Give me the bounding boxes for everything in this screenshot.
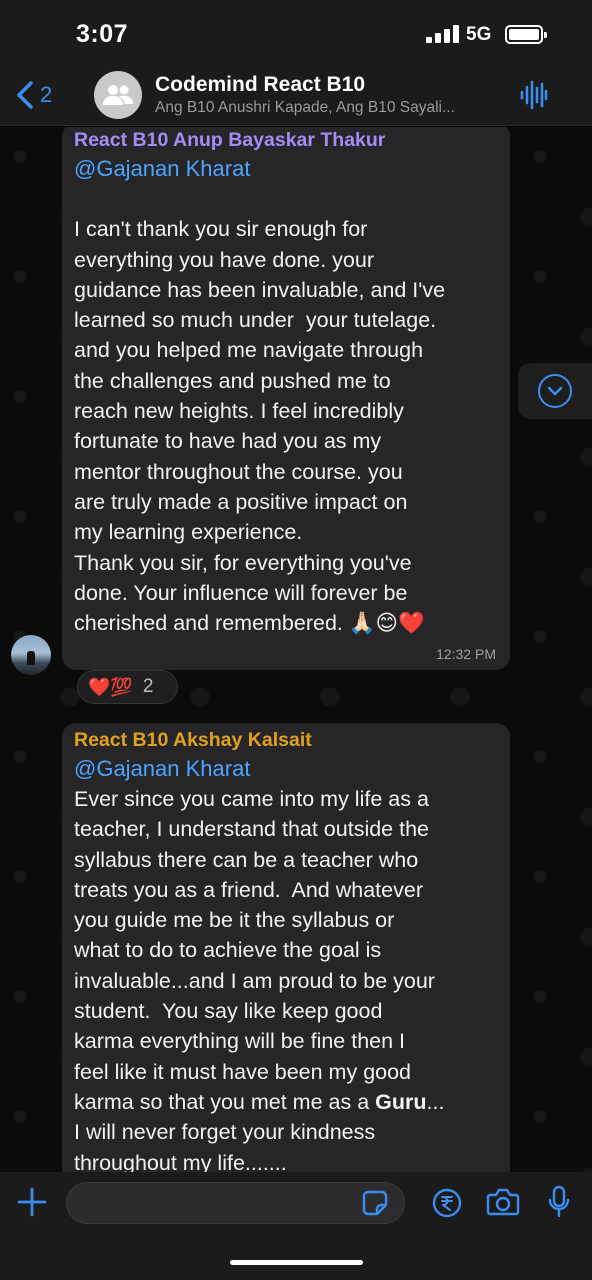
chat-title[interactable]: Codemind React B10 — [155, 73, 365, 97]
microphone-icon — [548, 1185, 570, 1218]
message-bubble[interactable]: React B10 Akshay Kalsait @Gajanan Kharat… — [62, 723, 510, 1172]
message-time: 12:32 PM — [436, 646, 496, 662]
sticker-button[interactable] — [362, 1190, 388, 1221]
chat-messages[interactable]: React B10 Anup Bayaskar Thakur @Gajanan … — [0, 127, 592, 1172]
chat-participants[interactable]: Ang B10 Anushri Kapade, Ang B10 Sayali..… — [155, 99, 505, 117]
composer-bar — [0, 1172, 592, 1280]
payment-button[interactable] — [432, 1188, 462, 1223]
status-bar: 3:07 5G — [0, 0, 592, 64]
group-avatar[interactable] — [94, 71, 142, 119]
unread-count: 2 — [40, 82, 53, 107]
chat-header: 2 Codemind React B10 Ang B10 Anushri Kap… — [0, 64, 592, 126]
group-icon — [103, 85, 133, 105]
chevron-left-icon — [17, 81, 33, 109]
message-text-part: Ever since you came into my life as a te… — [74, 787, 435, 1114]
sender-avatar[interactable] — [11, 635, 51, 675]
message-bold-text: Guru — [375, 1089, 427, 1114]
message-mention[interactable]: @Gajanan Kharat — [74, 154, 498, 184]
message-input[interactable] — [66, 1182, 405, 1224]
status-time: 3:07 — [76, 20, 129, 48]
home-indicator[interactable] — [230, 1260, 363, 1265]
signal-strength-icon — [426, 25, 460, 43]
rupee-icon — [432, 1188, 462, 1218]
plus-icon — [17, 1187, 47, 1217]
attach-button[interactable] — [16, 1186, 48, 1223]
voice-chat-button[interactable] — [520, 80, 548, 115]
message-bubble[interactable]: React B10 Anup Bayaskar Thakur @Gajanan … — [62, 127, 510, 670]
reaction-count: 2 — [142, 676, 154, 697]
microphone-button[interactable] — [547, 1185, 571, 1224]
audio-waveform-icon — [520, 80, 548, 110]
chevron-down-icon — [547, 386, 563, 396]
message-mention[interactable]: @Gajanan Kharat — [74, 754, 498, 784]
message-reactions[interactable]: ❤️💯 2 — [77, 670, 178, 704]
reaction-emojis: ❤️💯 — [88, 676, 133, 697]
camera-icon — [486, 1188, 520, 1216]
message-text: I can't thank you sir enough for everyth… — [74, 217, 446, 636]
back-button[interactable]: 2 — [16, 78, 52, 112]
message-sender[interactable]: React B10 Anup Bayaskar Thakur — [74, 127, 498, 154]
camera-button[interactable] — [486, 1187, 520, 1222]
network-type: 5G — [466, 24, 492, 45]
sticker-icon — [362, 1190, 388, 1216]
message-sender[interactable]: React B10 Akshay Kalsait — [74, 726, 498, 754]
message-text: Ever since you came into my life as a te… — [74, 784, 498, 1172]
scroll-to-bottom-button[interactable] — [518, 363, 592, 419]
battery-icon — [505, 25, 547, 44]
